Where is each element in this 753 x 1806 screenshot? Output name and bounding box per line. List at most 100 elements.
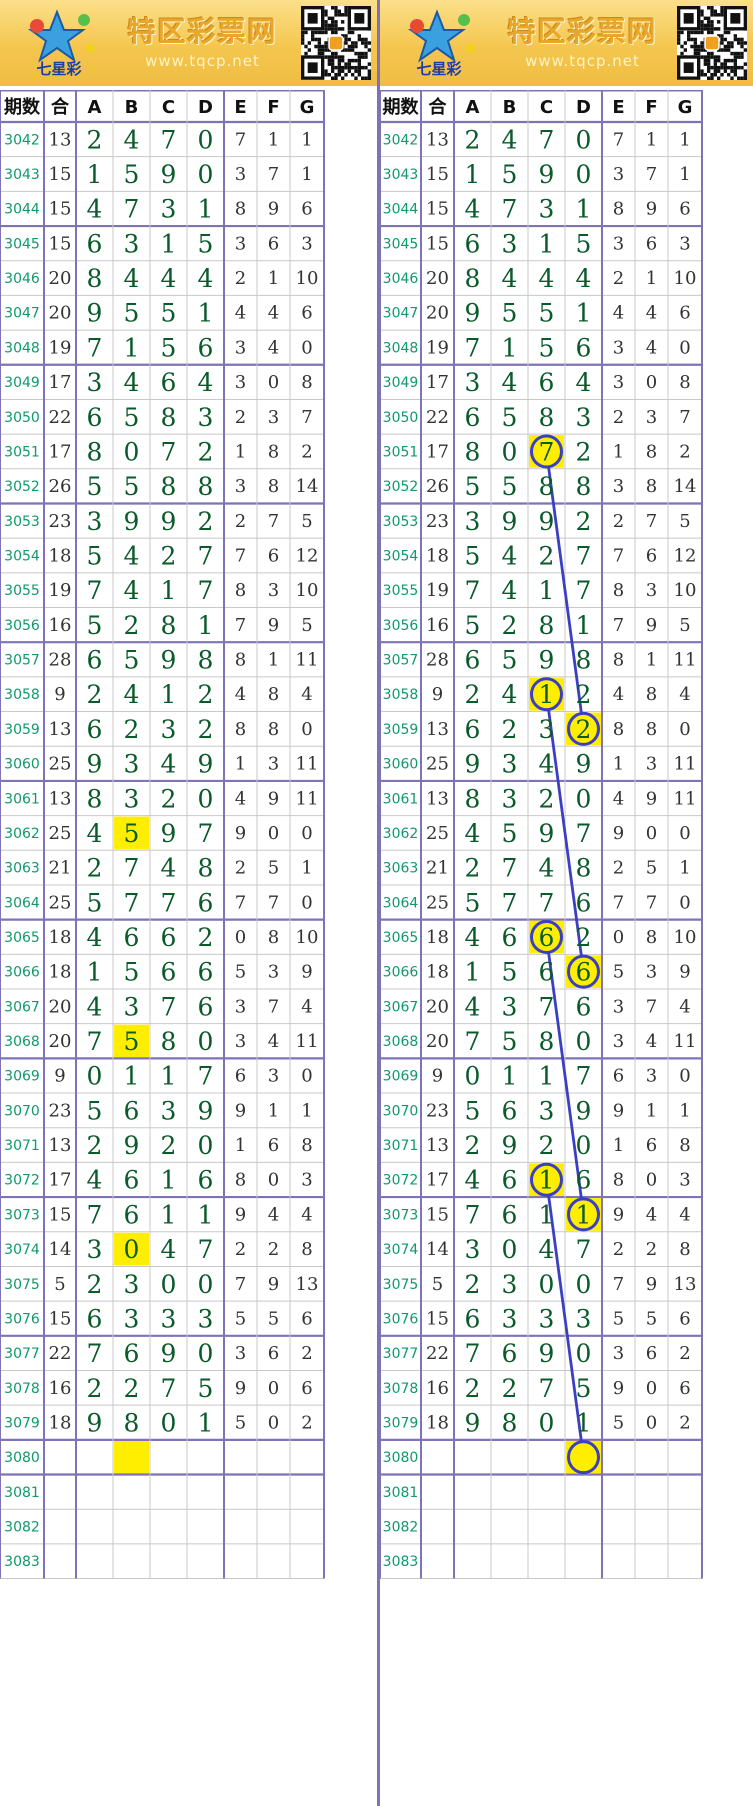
main-digit: 3 <box>198 403 214 432</box>
extra-digit: 3 <box>268 754 279 775</box>
extra-digit: 0 <box>268 1170 279 1191</box>
main-digit: 3 <box>124 992 140 1021</box>
main-digit: 0 <box>576 125 592 154</box>
extra-digit: 1 <box>301 858 312 879</box>
left-chart-panel: 七星彩 特区彩票网 www.tqcp.net 期数合 A B C D E F G 3042 13 2… <box>0 0 377 1806</box>
main-digit: 2 <box>576 437 592 466</box>
sum-value: 20 <box>426 996 449 1017</box>
extra-digit: 2 <box>679 1343 690 1364</box>
main-digit: 8 <box>198 472 214 501</box>
main-digit: 5 <box>87 611 103 640</box>
extra-digit: 4 <box>268 1204 279 1225</box>
main-digit: 6 <box>465 403 481 432</box>
main-digit: 2 <box>502 715 518 744</box>
period-number: 3082 <box>383 1520 419 1536</box>
main-digit: 2 <box>576 680 592 709</box>
extra-digit: 3 <box>613 233 624 254</box>
extra-digit: 1 <box>613 754 624 775</box>
main-digit: 7 <box>539 992 555 1021</box>
extra-digit: 0 <box>679 337 690 358</box>
main-digit: 3 <box>539 715 555 744</box>
main-digit: 1 <box>161 576 177 605</box>
extra-digit: 11 <box>296 650 319 671</box>
sum-value: 25 <box>426 823 449 844</box>
main-digit: 0 <box>502 1235 518 1264</box>
main-digit: 3 <box>124 229 140 258</box>
extra-digit: 14 <box>296 476 319 497</box>
extra-digit: 3 <box>613 1031 624 1052</box>
extra-digit: 4 <box>613 788 624 809</box>
sum-value: 17 <box>426 372 449 393</box>
extra-digit: 0 <box>235 927 246 948</box>
main-digit: 3 <box>502 784 518 813</box>
main-digit: 7 <box>576 1062 592 1091</box>
column-header: C <box>162 97 175 118</box>
main-digit: 1 <box>161 1166 177 1195</box>
main-digit: 5 <box>87 888 103 917</box>
sum-value: 13 <box>49 788 72 809</box>
main-digit: 1 <box>198 1409 214 1438</box>
sum-value: 5 <box>432 1274 443 1295</box>
main-digit: 4 <box>198 368 214 397</box>
period-number: 3055 <box>383 583 419 599</box>
main-digit: 6 <box>465 715 481 744</box>
extra-digit: 0 <box>268 372 279 393</box>
main-digit: 3 <box>576 1304 592 1333</box>
column-header: 合 <box>429 96 448 118</box>
extra-digit: 4 <box>646 337 657 358</box>
main-digit: 6 <box>576 958 592 987</box>
main-digit: 0 <box>124 1235 140 1264</box>
main-digit: 7 <box>502 888 518 917</box>
period-number: 3069 <box>383 1069 419 1085</box>
main-digit: 2 <box>124 1374 140 1403</box>
main-digit: 7 <box>539 125 555 154</box>
main-digit: 8 <box>465 784 481 813</box>
period-number: 3046 <box>383 271 419 287</box>
main-digit: 7 <box>576 576 592 605</box>
extra-digit: 3 <box>268 407 279 428</box>
main-digit: 1 <box>539 680 555 709</box>
main-digit: 9 <box>465 750 481 779</box>
period-number: 3077 <box>4 1346 40 1362</box>
main-digit: 7 <box>87 1339 103 1368</box>
main-digit: 5 <box>124 472 140 501</box>
main-digit: 1 <box>198 1200 214 1229</box>
sum-value: 18 <box>49 546 72 567</box>
extra-digit: 8 <box>646 719 657 740</box>
sum-value: 22 <box>426 407 449 428</box>
extra-digit: 8 <box>235 650 246 671</box>
sum-value: 17 <box>426 1170 449 1191</box>
extra-digit: 9 <box>268 615 279 636</box>
main-digit: 9 <box>576 1096 592 1125</box>
main-digit: 2 <box>87 1374 103 1403</box>
main-digit: 5 <box>465 472 481 501</box>
main-digit: 4 <box>502 576 518 605</box>
main-digit: 4 <box>465 992 481 1021</box>
main-digit: 3 <box>161 1096 177 1125</box>
main-digit: 0 <box>576 160 592 189</box>
extra-digit: 3 <box>646 962 657 983</box>
main-digit: 8 <box>198 646 214 675</box>
extra-digit: 2 <box>646 1239 657 1260</box>
main-digit: 6 <box>87 646 103 675</box>
main-digit: 1 <box>539 229 555 258</box>
sum-value: 22 <box>426 1343 449 1364</box>
period-number: 3056 <box>383 618 419 634</box>
extra-digit: 2 <box>679 1413 690 1434</box>
main-digit: 7 <box>124 888 140 917</box>
main-digit: 4 <box>124 264 140 293</box>
sum-value: 18 <box>49 962 72 983</box>
main-digit: 9 <box>539 507 555 536</box>
extra-digit: 6 <box>268 233 279 254</box>
main-digit: 9 <box>539 646 555 675</box>
main-digit: 1 <box>198 299 214 328</box>
sum-value: 14 <box>49 1239 72 1260</box>
main-digit: 5 <box>502 299 518 328</box>
extra-digit: 5 <box>268 1308 279 1329</box>
sum-value: 16 <box>426 1378 449 1399</box>
extra-digit: 5 <box>235 1413 246 1434</box>
extra-digit: 1 <box>301 129 312 150</box>
main-digit: 7 <box>161 437 177 466</box>
main-digit: 7 <box>198 542 214 571</box>
extra-digit: 1 <box>646 650 657 671</box>
